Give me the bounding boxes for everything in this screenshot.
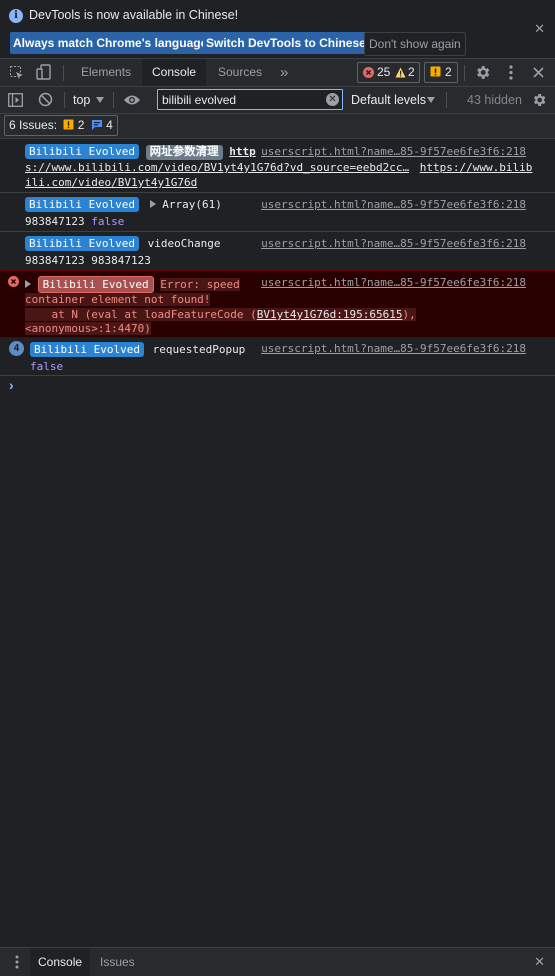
- tab-console[interactable]: Console: [142, 59, 207, 86]
- stack-trace-suffix: ),: [402, 308, 416, 321]
- log-badge: Bilibili Evolved: [25, 197, 139, 212]
- expand-triangle-icon[interactable]: [149, 200, 156, 208]
- source-link[interactable]: userscript.html?name…85-9f57ee6fe3f6:218: [261, 145, 526, 158]
- issues-warn-count: 2: [77, 118, 85, 132]
- console-settings-gear-icon[interactable]: [531, 92, 547, 108]
- issue-flag-icon: [430, 66, 441, 77]
- drawer-tab-issues[interactable]: Issues: [92, 948, 143, 976]
- issues-counter[interactable]: 2: [424, 62, 458, 83]
- array-preview[interactable]: Array(61): [162, 198, 222, 211]
- console-message: Bilibili Evolved 网址参数清理 http userscript.…: [0, 140, 555, 193]
- error-text: Error: speed: [160, 278, 240, 291]
- issues-info-count: 4: [106, 118, 113, 132]
- console-message: Bilibili Evolved Array(61) userscript.ht…: [0, 193, 555, 232]
- device-toolbar-icon[interactable]: [36, 64, 52, 81]
- url-link[interactable]: http: [229, 145, 256, 158]
- log-badge: Bilibili Evolved: [37, 276, 154, 293]
- stack-trace-text: at N (eval at loadFeatureCode (: [25, 308, 257, 321]
- issues-button[interactable]: 6 Issues: 2 4: [4, 115, 118, 136]
- levels-chevron-down-icon: [427, 97, 435, 103]
- console-filterbar: top bilibili evolved ✕ Default levels 43…: [0, 87, 555, 114]
- hidden-count: 43 hidden: [467, 93, 522, 107]
- url-link-clean[interactable]: https://www.bilib: [420, 161, 533, 174]
- live-expression-eye-icon[interactable]: [123, 94, 141, 106]
- number-value: 983847123: [25, 215, 85, 228]
- tab-sources[interactable]: Sources: [208, 59, 272, 86]
- source-link[interactable]: userscript.html?name…85-9f57ee6fe3f6:218: [261, 342, 526, 355]
- filter-input[interactable]: bilibili evolved ✕: [157, 89, 343, 110]
- close-devtools-icon[interactable]: [533, 67, 544, 78]
- source-link[interactable]: userscript.html?name…85-9f57ee6fe3f6:218: [261, 276, 526, 289]
- infobar-message: DevTools is now available in Chinese!: [29, 8, 239, 22]
- log-badge-secondary: 网址参数清理: [145, 145, 223, 160]
- drawer-menu-icon[interactable]: [15, 955, 19, 969]
- context-selector[interactable]: top: [73, 93, 90, 107]
- console-error-message: Bilibili Evolved Error: speed userscript…: [0, 270, 555, 338]
- clear-filter-icon[interactable]: ✕: [326, 93, 339, 106]
- error-warning-counter[interactable]: 25 2: [357, 62, 420, 83]
- main-tabbar: Elements Console Sources » 25 2 2: [0, 59, 555, 87]
- info-icon: i: [9, 9, 23, 23]
- console-message: 4 Bilibili Evolved requestedPopup usersc…: [0, 337, 555, 376]
- repeat-count-badge: 4: [9, 341, 24, 356]
- settings-gear-icon[interactable]: [474, 64, 491, 81]
- language-infobar: i DevTools is now available in Chinese! …: [0, 0, 555, 59]
- log-badge: Bilibili Evolved: [25, 236, 139, 251]
- clear-console-icon[interactable]: [38, 92, 53, 107]
- info-issue-icon: [91, 120, 102, 130]
- number-values: 983847123 983847123: [25, 254, 151, 267]
- issue-count: 2: [445, 65, 452, 79]
- error-icon: [363, 67, 374, 78]
- always-match-language-button[interactable]: Always match Chrome's language: [10, 32, 211, 54]
- issues-bar: 6 Issues: 2 4: [0, 114, 555, 139]
- warning-issue-icon: [63, 119, 74, 130]
- close-drawer-icon[interactable]: ✕: [534, 954, 545, 970]
- log-levels-dropdown[interactable]: Default levels: [351, 93, 426, 107]
- tab-elements[interactable]: Elements: [71, 59, 141, 86]
- url-link-continued[interactable]: s://www.bilibili.com/video/BV1yt4y1G76d?…: [25, 161, 409, 174]
- drawer-tab-console[interactable]: Console: [30, 948, 91, 976]
- log-badge: Bilibili Evolved: [25, 144, 139, 159]
- issues-label: 6 Issues:: [9, 118, 58, 132]
- url-link-clean-continued[interactable]: ili.com/video/BV1yt4y1G76d: [25, 176, 197, 189]
- warning-icon: [395, 67, 406, 78]
- stack-trace-line: <anonymous>:1:4470): [25, 322, 151, 335]
- console-prompt[interactable]: ›: [9, 377, 14, 393]
- error-text-line2: container element not found!: [25, 293, 211, 306]
- error-icon: [8, 276, 19, 287]
- console-message: Bilibili Evolved videoChange userscript.…: [0, 232, 555, 271]
- filter-input-value: bilibili evolved: [162, 93, 237, 107]
- show-sidebar-icon[interactable]: [8, 93, 23, 107]
- boolean-value: false: [30, 360, 64, 373]
- message-text: videoChange: [147, 237, 221, 250]
- error-count: 25: [377, 65, 391, 79]
- close-icon[interactable]: ✕: [534, 21, 545, 37]
- switch-to-chinese-button[interactable]: Switch DevTools to Chinese: [203, 32, 369, 54]
- boolean-value: false: [91, 215, 125, 228]
- source-link[interactable]: userscript.html?name…85-9f57ee6fe3f6:218: [261, 198, 526, 211]
- bottom-drawer: Console Issues ✕: [0, 947, 555, 976]
- message-text: requestedPopup: [152, 343, 246, 356]
- source-link[interactable]: userscript.html?name…85-9f57ee6fe3f6:218: [261, 237, 526, 250]
- dont-show-again-button[interactable]: Don't show again: [364, 32, 466, 56]
- chevron-down-icon: [96, 97, 104, 103]
- expand-triangle-icon[interactable]: [25, 280, 31, 288]
- more-tabs-icon[interactable]: »: [270, 59, 298, 86]
- more-options-icon[interactable]: [508, 65, 514, 80]
- log-badge: Bilibili Evolved: [30, 342, 144, 357]
- inspect-element-icon[interactable]: [9, 65, 25, 81]
- warning-count: 2: [408, 65, 415, 79]
- stack-trace-link[interactable]: BV1yt4y1G76d:195:65615: [257, 308, 403, 321]
